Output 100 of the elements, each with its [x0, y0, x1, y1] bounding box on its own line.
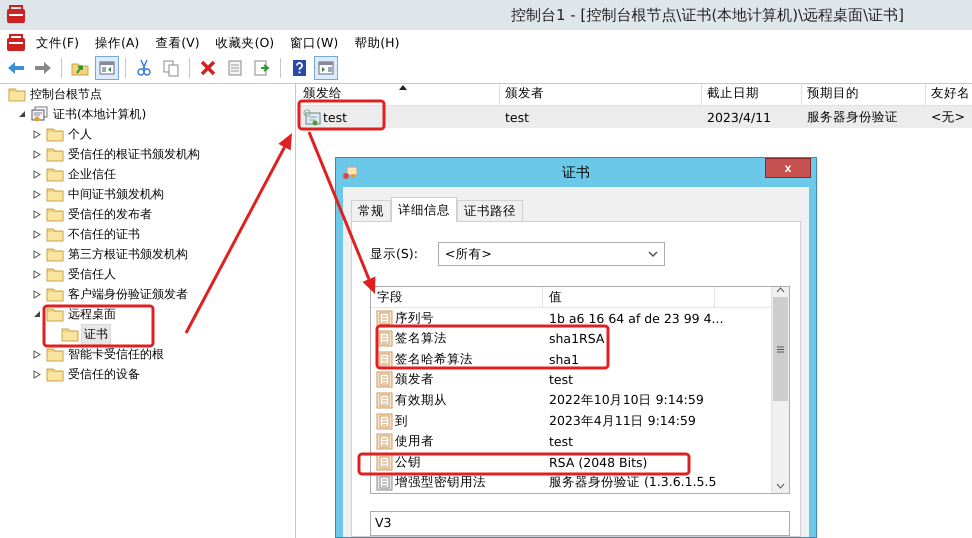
collapsed-arrow-icon[interactable] — [33, 370, 41, 378]
detail-value-box[interactable]: V3 — [370, 511, 790, 536]
back-arrow-icon — [7, 59, 25, 77]
collapsed-arrow-icon[interactable] — [33, 130, 41, 138]
folder-icon — [46, 346, 64, 362]
delete-icon — [199, 59, 217, 77]
column-header[interactable]: 预期目的 — [802, 84, 926, 105]
certificate-icon — [342, 166, 358, 180]
folder-icon — [46, 206, 64, 222]
table-cell: test — [323, 110, 348, 124]
column-header[interactable]: 颁发者 — [500, 84, 702, 105]
field-value: test — [548, 434, 574, 450]
column-header[interactable]: 友好名 — [926, 84, 972, 105]
folder-icon — [46, 146, 64, 162]
folder-icon — [46, 246, 64, 262]
toolbox-icon — [6, 34, 26, 52]
table-cell: 2023/4/11 — [707, 110, 772, 124]
tree-item[interactable]: 第三方根证书颁发机构 — [66, 244, 190, 264]
collapsed-arrow-icon[interactable] — [33, 350, 41, 358]
scroll-up-icon — [776, 287, 785, 293]
folder-icon — [46, 286, 64, 302]
field-value: sha1 — [548, 352, 580, 367]
sort-arrow-icon — [398, 85, 406, 90]
tree-item[interactable]: 不信任的证书 — [66, 224, 142, 244]
toolbox-icon — [6, 5, 26, 25]
menu-item[interactable]: 查看(V) — [149, 32, 206, 54]
tree-item[interactable]: 中间证书颁发机构 — [66, 184, 166, 204]
certificate-icon — [303, 108, 321, 126]
close-button[interactable]: x — [765, 158, 811, 178]
expanded-arrow-icon[interactable] — [18, 110, 26, 118]
folder-icon — [46, 306, 64, 322]
field-value: sha1RSA — [548, 331, 604, 346]
pane-toggle-icon — [98, 59, 116, 77]
tree-item[interactable]: 客户端身份验证颁发者 — [66, 284, 190, 304]
folder-icon — [46, 186, 64, 202]
tree-item[interactable]: 智能卡受信任的根 — [66, 344, 166, 364]
field-name: 颁发者 — [395, 371, 434, 388]
document-icon — [226, 59, 244, 77]
column-header[interactable]: 值 — [543, 287, 715, 307]
folder-icon — [46, 366, 64, 382]
column-header[interactable]: 截止日期 — [702, 84, 802, 105]
tree-item[interactable]: 受信任的发布者 — [66, 204, 154, 224]
menu-item[interactable]: 文件(F) — [30, 32, 85, 54]
tab[interactable]: 详细信息 — [391, 197, 457, 222]
menu-item[interactable]: 操作(A) — [88, 32, 146, 54]
field-name: 使用者 — [395, 433, 434, 450]
list-row[interactable]: test test 2023/4/11 服务器身份验证 <无> — [298, 106, 972, 128]
scrollbar[interactable] — [771, 287, 789, 493]
folder-icon — [46, 166, 64, 182]
tree-item[interactable]: 个人 — [66, 124, 94, 144]
tree-item[interactable]: 受信任的设备 — [66, 364, 142, 384]
tree-item[interactable]: 受信任人 — [66, 264, 118, 284]
field-value: test — [548, 372, 574, 388]
field-name: 签名算法 — [395, 330, 447, 348]
toolbar-button[interactable] — [314, 56, 338, 80]
menu-item[interactable]: 窗口(W) — [284, 32, 344, 54]
forward-arrow-icon — [34, 59, 52, 77]
collapsed-arrow-icon[interactable] — [33, 230, 41, 238]
collapsed-arrow-icon[interactable] — [33, 190, 41, 198]
collapsed-arrow-icon[interactable] — [33, 170, 41, 178]
tree-item[interactable]: 远程桌面 — [66, 304, 118, 324]
folder-icon — [8, 86, 26, 102]
document-icon — [376, 371, 393, 388]
field-value: 2023年4月11日 9:14:59 — [548, 412, 696, 430]
field-name: 签名哈希算法 — [395, 350, 473, 368]
tab[interactable]: 常规 — [351, 200, 391, 221]
tree-item[interactable]: 企业信任 — [66, 164, 118, 184]
column-header[interactable]: 颁发给 — [298, 84, 500, 105]
export-icon — [253, 59, 271, 77]
collapsed-arrow-icon[interactable] — [33, 250, 41, 258]
field-value: RSA (2048 Bits) — [548, 454, 648, 470]
field-name: 序列号 — [395, 310, 434, 327]
copy-icon — [162, 59, 180, 77]
field-name: 公钥 — [395, 454, 421, 471]
show-dropdown[interactable]: <所有> — [438, 242, 665, 266]
collapsed-arrow-icon[interactable] — [33, 290, 41, 298]
tree-item[interactable]: 受信任的根证书颁发机构 — [66, 144, 202, 164]
tab[interactable]: 证书路径 — [457, 200, 523, 221]
document-icon — [376, 433, 393, 450]
folder-icon — [46, 226, 64, 242]
tree-item[interactable]: 证书(本地计算机) — [51, 104, 148, 124]
collapsed-arrow-icon[interactable] — [33, 270, 41, 278]
document-icon — [376, 474, 393, 492]
tree-item[interactable]: 证书 — [81, 324, 111, 344]
chevron-down-icon — [648, 251, 658, 257]
menu-item[interactable]: 帮助(H) — [348, 32, 406, 54]
menu-item[interactable]: 收藏夹(O) — [210, 32, 280, 54]
field-value: 2022年10月10日 9:14:59 — [548, 392, 704, 410]
toolbar-button[interactable] — [95, 56, 119, 80]
expanded-arrow-icon[interactable] — [33, 310, 41, 318]
document-icon — [376, 392, 393, 410]
collapsed-arrow-icon[interactable] — [33, 210, 41, 218]
folder-icon — [61, 326, 79, 342]
show-label: 显示(S): — [370, 246, 418, 262]
help-icon — [290, 59, 308, 77]
collapsed-arrow-icon[interactable] — [33, 150, 41, 158]
table-cell: test — [505, 110, 530, 124]
document-icon — [376, 412, 393, 430]
tree-item[interactable]: 控制台根节点 — [28, 84, 104, 104]
window-title: 控制台1 - [控制台根节点\证书(本地计算机)\远程桌面\证书] — [510, 6, 904, 24]
